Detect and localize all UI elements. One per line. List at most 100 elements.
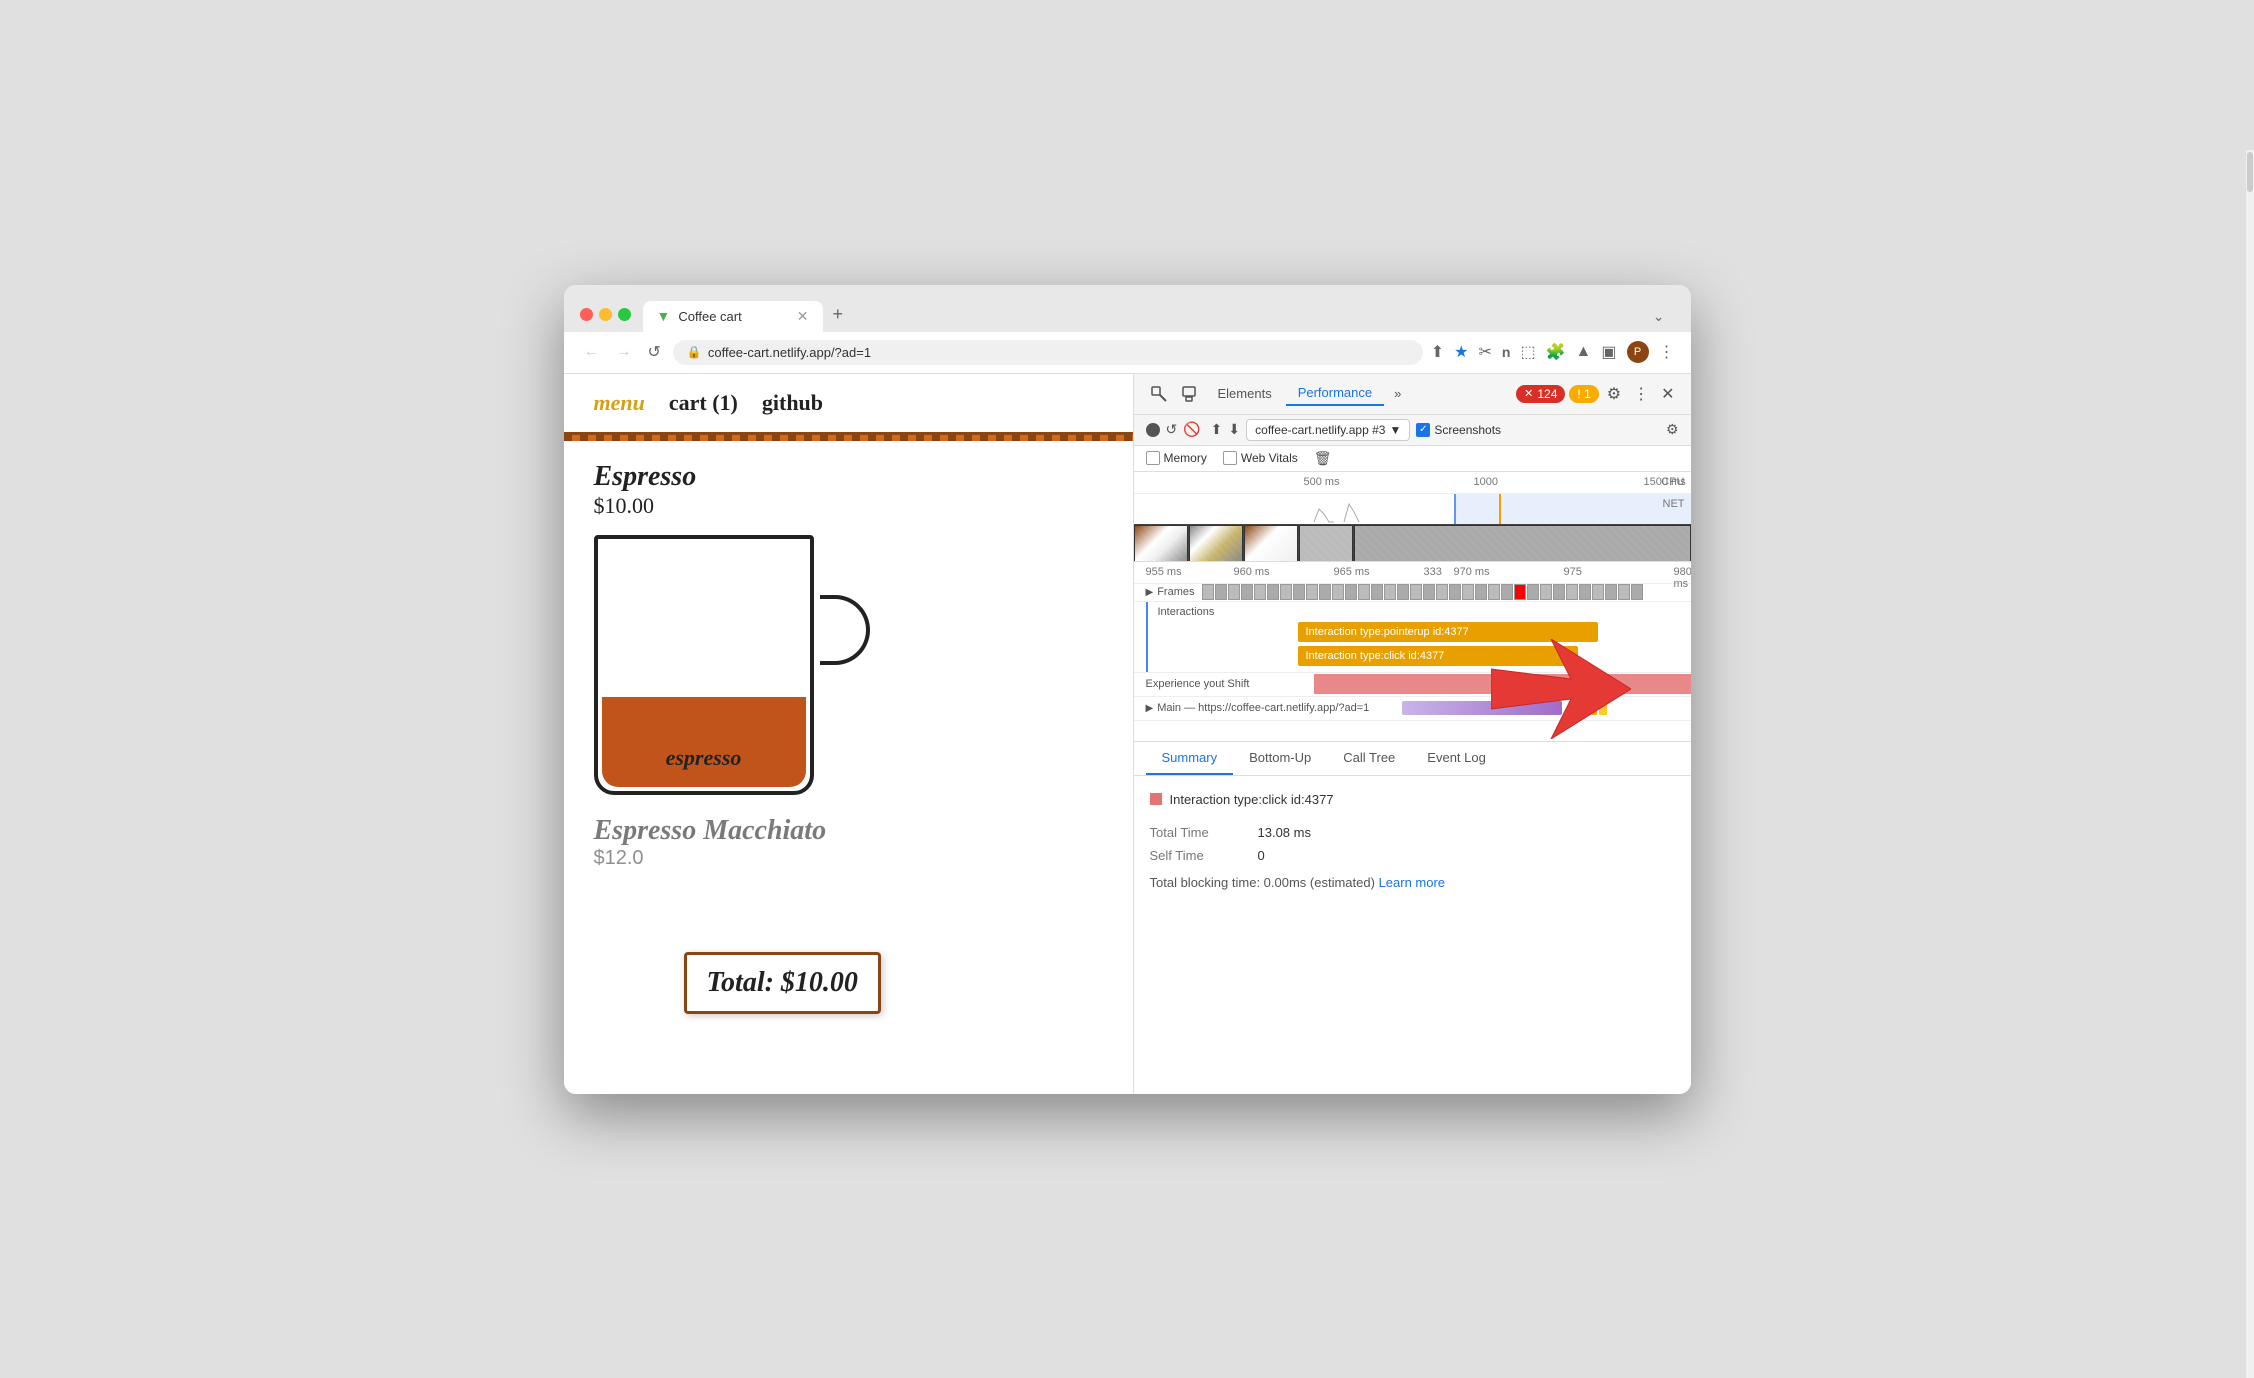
target-selector[interactable]: coffee-cart.netlify.app #3 ▼ — [1246, 419, 1410, 441]
browser-menu-icon[interactable]: ⋮ — [1659, 342, 1675, 362]
frame-thumb — [1228, 584, 1240, 600]
sidebar-icon[interactable]: ▣ — [1601, 342, 1616, 362]
frame-thumb — [1332, 584, 1344, 600]
web-vitals-label: Web Vitals — [1241, 451, 1298, 465]
frame-thumb — [1605, 584, 1617, 600]
tab-elements[interactable]: Elements — [1206, 382, 1284, 405]
minimize-button[interactable] — [599, 308, 612, 321]
bookmark-icon[interactable]: ★ — [1454, 342, 1468, 362]
nav-github-link[interactable]: github — [762, 390, 823, 416]
interaction-click-block[interactable]: Interaction type:click id:4377 — [1298, 646, 1578, 666]
puzzle-icon[interactable]: 🧩 — [1546, 342, 1566, 362]
devtools-settings-icon[interactable]: ⚙ — [1603, 380, 1625, 408]
zt-980ms: 980 ms — [1674, 566, 1691, 590]
warning-badge: ! 1 — [1569, 385, 1598, 403]
product-name-2: Espresso Macchiato — [594, 815, 1103, 847]
web-vitals-option[interactable]: Web Vitals — [1223, 451, 1298, 465]
tabs-chevron-icon[interactable]: ⌄ — [1643, 301, 1675, 332]
screenshots-checkbox[interactable]: ✓ — [1416, 423, 1430, 437]
cup-handle — [820, 595, 870, 665]
frame-thumb — [1410, 584, 1422, 600]
frame-thumb-red — [1514, 584, 1526, 600]
new-tab-button[interactable]: + — [823, 297, 854, 332]
interaction-blue-bar — [1146, 602, 1148, 672]
nav-menu-link[interactable]: menu — [594, 390, 645, 416]
close-button[interactable] — [580, 308, 593, 321]
interaction-pointerup-block[interactable]: Interaction type:pointerup id:4377 — [1298, 622, 1598, 642]
devtools-tabs: Elements Performance » — [1206, 381, 1513, 406]
frames-expand-icon[interactable]: ▶ — [1146, 587, 1154, 598]
forward-button[interactable]: → — [612, 341, 636, 363]
error-badge: ✕ 124 — [1516, 385, 1565, 403]
back-button[interactable]: ← — [580, 341, 604, 363]
screenshots-label: Screenshots — [1434, 423, 1501, 437]
devtools-more-icon[interactable]: ⋮ — [1629, 380, 1653, 408]
notepads-icon[interactable]: n — [1502, 344, 1511, 360]
frame-thumb — [1319, 584, 1331, 600]
main-expand-icon[interactable]: ▶ — [1146, 703, 1154, 714]
perf-timeline[interactable]: 500 ms 1000 1500 ms 2000 ms CPU — [1134, 472, 1691, 562]
cup-label: espresso — [666, 745, 742, 771]
event-log-tab[interactable]: Event Log — [1411, 742, 1502, 775]
memory-checkbox[interactable] — [1146, 451, 1160, 465]
reload-button[interactable]: ↺ — [644, 340, 665, 364]
interactions-inner: Interactions Interaction type:pointerup … — [1146, 602, 1691, 672]
share-icon[interactable]: ⬆ — [1431, 342, 1444, 362]
title-bar: ▼ Coffee cart ✕ + ⌄ — [564, 285, 1691, 332]
address-bar: ← → ↺ 🔒 coffee-cart.netlify.app/?ad=1 ⬆ … — [564, 332, 1691, 374]
url-bar[interactable]: 🔒 coffee-cart.netlify.app/?ad=1 — [673, 340, 1423, 365]
nav-cart-link[interactable]: cart (1) — [669, 390, 738, 416]
scissors-icon[interactable]: ✂ — [1479, 342, 1492, 362]
screenshots-strip — [1134, 524, 1691, 562]
ruler-1000ms: 1000 — [1474, 476, 1498, 488]
learn-more-link[interactable]: Learn more — [1379, 875, 1445, 890]
extensions-icon[interactable]: ⬚ — [1520, 342, 1535, 362]
frame-thumb — [1397, 584, 1409, 600]
url-text: coffee-cart.netlify.app/?ad=1 — [708, 345, 871, 360]
frame-thumb — [1241, 584, 1253, 600]
blocking-time-text: Total blocking time: 0.00ms (estimated) — [1150, 875, 1375, 890]
upload-profile-icon[interactable]: ⬆ — [1211, 421, 1223, 438]
frames-thumbnails — [1202, 584, 1678, 600]
browser-toolbar: ⬆ ★ ✂ n ⬚ 🧩 ▲ ▣ P ⋮ — [1431, 341, 1675, 363]
tab-close-icon[interactable]: ✕ — [797, 308, 809, 325]
devtools-options: Memory Web Vitals 🗑 — [1134, 446, 1691, 472]
frame-thumb — [1462, 584, 1474, 600]
summary-color-indicator — [1150, 793, 1162, 805]
main-block — [1581, 701, 1589, 715]
target-label: coffee-cart.netlify.app #3 — [1255, 423, 1385, 437]
download-profile-icon[interactable]: ⬇ — [1228, 421, 1240, 438]
screenshots-checkbox-area[interactable]: ✓ Screenshots — [1416, 423, 1501, 437]
tab-performance[interactable]: Performance — [1286, 381, 1384, 406]
inspect-element-icon[interactable] — [1146, 381, 1172, 407]
clear-recordings-icon[interactable]: 🗑 — [1314, 450, 1332, 467]
zt-970ms: 970 ms — [1454, 566, 1490, 578]
call-tree-tab[interactable]: Call Tree — [1327, 742, 1411, 775]
self-time-label: Self Time — [1150, 848, 1250, 863]
experience-bar — [1314, 674, 1691, 694]
cast-icon[interactable]: ▲ — [1576, 343, 1592, 361]
bottom-up-tab[interactable]: Bottom-Up — [1233, 742, 1327, 775]
clear-button[interactable]: 🚫 — [1183, 421, 1200, 438]
profile-icon[interactable]: P — [1627, 341, 1649, 363]
memory-option[interactable]: Memory — [1146, 451, 1207, 465]
cpu-chart: NET — [1134, 494, 1691, 524]
frame-thumb — [1527, 584, 1539, 600]
frame-thumb — [1423, 584, 1435, 600]
summary-tab[interactable]: Summary — [1146, 742, 1234, 775]
lock-icon: 🔒 — [687, 345, 702, 359]
devtools-close-icon[interactable]: ✕ — [1657, 380, 1678, 408]
maximize-button[interactable] — [618, 308, 631, 321]
reload-profile-button[interactable]: ↺ — [1166, 421, 1178, 438]
record-button[interactable] — [1146, 423, 1160, 437]
device-mode-icon[interactable] — [1176, 381, 1202, 407]
capture-settings-icon[interactable]: ⚙ — [1666, 421, 1679, 438]
experience-label: Experience yout Shift — [1134, 678, 1254, 690]
active-tab[interactable]: ▼ Coffee cart ✕ — [643, 301, 823, 332]
tab-more-icon[interactable]: » — [1386, 382, 1409, 405]
cup-body: espresso — [594, 535, 814, 795]
main-thread-label: Main — https://coffee-cart.netlify.app/?… — [1157, 702, 1369, 714]
web-vitals-checkbox[interactable] — [1223, 451, 1237, 465]
coffee-cup-illustration[interactable]: espresso — [594, 535, 834, 815]
interaction-pointerup-label: Interaction type:pointerup id:4377 — [1306, 626, 1469, 638]
